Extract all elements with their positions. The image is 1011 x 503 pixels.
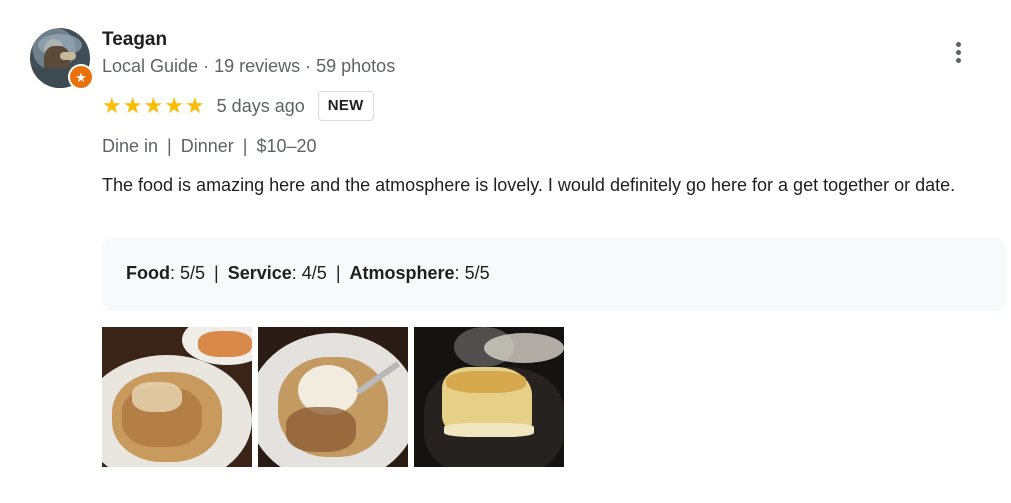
star-icon: ★ <box>122 93 143 118</box>
review-photo-pasta[interactable] <box>102 327 252 467</box>
avatar[interactable]: ★ <box>30 28 94 90</box>
attribute-meal-type: Dinner <box>180 136 234 156</box>
star-icon: ★ <box>102 93 122 118</box>
author-name[interactable]: Teagan <box>102 29 167 51</box>
attribute-service-type: Dine in <box>102 136 159 156</box>
score-value-service: 4/5 <box>301 263 327 283</box>
star-rating: ★ ★ ★ ★ ★ <box>102 95 205 117</box>
more-vert-icon[interactable] <box>944 38 972 66</box>
meta-separator: · <box>203 56 210 76</box>
star-icon: ★ <box>164 93 184 118</box>
scores-line: Food: 5/5 | Service: 4/5 | Atmosphere: 5/5 <box>126 263 490 283</box>
author-meta: Local Guide · 19 reviews · 59 photos <box>102 56 395 77</box>
review-photo-pasta-closeup[interactable] <box>258 327 408 467</box>
review-count: 19 reviews <box>214 56 301 76</box>
rating-row: ★ ★ ★ ★ ★ 5 days ago NEW <box>102 91 374 121</box>
meta-separator: · <box>305 56 312 76</box>
score-label-atmosphere: Atmosphere <box>349 263 455 283</box>
score-label-food: Food <box>126 263 170 283</box>
score-separator: | <box>214 263 219 283</box>
score-value-food: 5/5 <box>180 263 206 283</box>
review-photo-dessert[interactable] <box>414 327 564 467</box>
score-value-atmosphere: 5/5 <box>464 263 490 283</box>
new-badge: NEW <box>317 91 374 121</box>
score-panel: Food: 5/5 | Service: 4/5 | Atmosphere: 5/5 <box>102 238 1006 311</box>
local-guide-star-icon: ★ <box>68 64 94 90</box>
review-photos <box>102 327 564 467</box>
local-guide-label[interactable]: Local Guide <box>102 56 198 76</box>
attribute-separator: | <box>242 136 248 156</box>
review-date: 5 days ago <box>216 95 305 116</box>
review-text: The food is amazing here and the atmosph… <box>102 175 956 195</box>
attribute-separator: | <box>167 136 172 156</box>
star-icon: ★ <box>143 93 164 118</box>
visit-attributes: Dine in | Dinner | $10–20 <box>102 136 317 157</box>
photo-count: 59 photos <box>316 56 396 76</box>
review-card: ★ Teagan Local Guide · 19 reviews · 59 photo… <box>0 0 1011 503</box>
score-separator: | <box>335 263 341 283</box>
star-icon: ★ <box>184 93 205 118</box>
attribute-price: $10–20 <box>256 136 317 156</box>
score-label-service: Service <box>227 263 292 283</box>
